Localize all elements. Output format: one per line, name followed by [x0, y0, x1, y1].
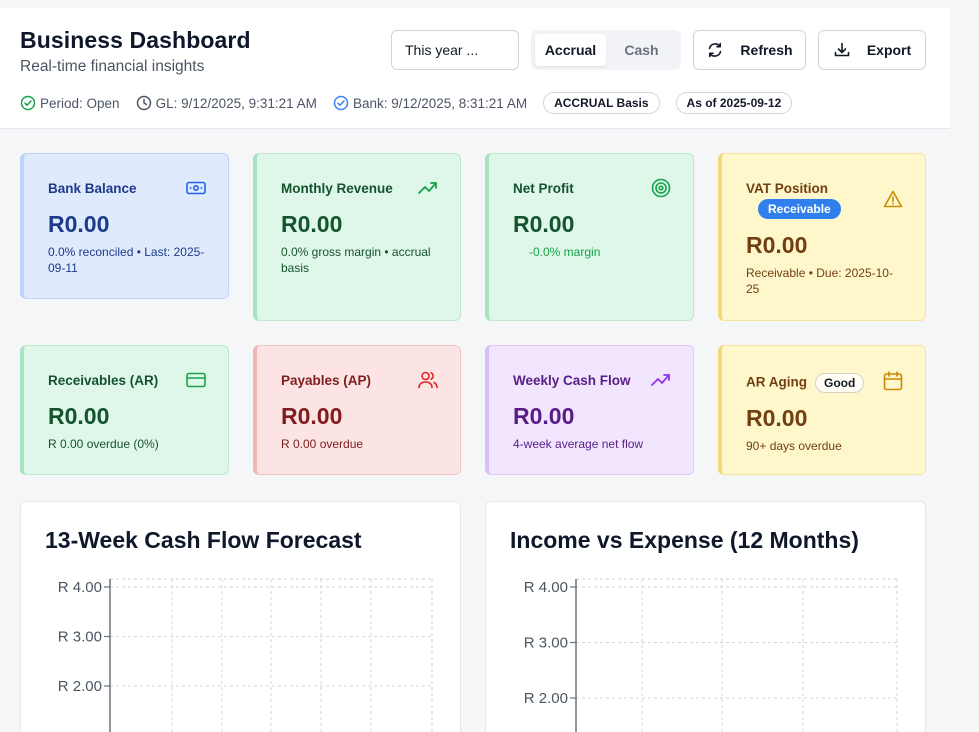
receivables-card[interactable]: Receivables (AR) R0.00 R 0.00 overdue (0…	[20, 345, 229, 475]
basis-pill: ACCRUAL Basis	[543, 92, 660, 114]
refresh-button-label: Refresh	[740, 42, 793, 58]
download-icon	[834, 42, 850, 57]
cash-flow-forecast-plot: R 4.00 R 3.00 R 2.00	[58, 578, 433, 732]
card-subtext: 0.0% gross margin • accrual basis	[281, 245, 431, 275]
net-profit-card[interactable]: Net Profit R0.00 -0.0% margin	[485, 153, 694, 321]
status-bar: Period: Open GL: 9/12/2025, 9:31:21 AM B…	[20, 92, 808, 114]
card-subtext: 90+ days overdue	[746, 439, 842, 453]
card-label: AR Aging Good	[746, 373, 865, 393]
period-status-label: Period: Open	[40, 95, 120, 111]
page-title: Business Dashboard	[20, 27, 251, 53]
check-circle-icon	[333, 95, 349, 111]
card-value: R0.00	[48, 403, 110, 429]
alert-triangle-icon	[883, 190, 903, 208]
vat-position-card[interactable]: VAT Position Receivable R0.00 Receivable…	[718, 153, 926, 321]
card-subtext: -0.0% margin	[529, 245, 601, 259]
basis-toggle: Accrual Cash	[531, 30, 681, 70]
bank-status-label: Bank: 9/12/2025, 8:31:21 AM	[352, 95, 528, 111]
card-label: Monthly Revenue	[281, 181, 393, 196]
bank-status: Bank: 9/12/2025, 8:31:21 AM	[333, 95, 527, 111]
period-status: Period: Open	[20, 95, 120, 111]
y-tick-label: R 4.00	[58, 579, 102, 596]
clock-icon	[136, 95, 151, 111]
export-button[interactable]: Export	[818, 30, 926, 70]
gl-status-label: GL: 9/12/2025, 9:31:21 AM	[155, 95, 317, 111]
page-subtitle: Real-time financial insights	[20, 58, 205, 75]
refresh-button[interactable]: Refresh	[693, 30, 806, 70]
period-select[interactable]: This year ...	[391, 30, 519, 70]
card-label: Weekly Cash Flow	[513, 373, 631, 388]
refresh-icon	[709, 42, 722, 58]
dashboard-header: Business Dashboard Real-time financial i…	[0, 8, 950, 129]
card-subtext: R 0.00 overdue (0%)	[48, 437, 159, 451]
credit-card-icon	[186, 372, 206, 388]
export-button-label: Export	[866, 42, 912, 58]
ar-aging-card[interactable]: AR Aging Good R0.00 90+ days overdue	[718, 345, 926, 475]
bank-balance-card[interactable]: Bank Balance R0.00 0.0% reconciled • Las…	[20, 153, 229, 299]
trending-up-icon	[418, 182, 437, 194]
card-value: R0.00	[746, 232, 808, 258]
income-vs-expense-chart: Income vs Expense (12 Months) R 4.00 R 3.…	[485, 501, 926, 732]
y-tick-label: R 2.00	[58, 678, 102, 695]
card-label: Payables (AP)	[281, 373, 372, 388]
income-vs-expense-plot: R 4.00 R 3.00 R 2.00	[524, 578, 898, 732]
calendar-icon	[883, 371, 903, 391]
cash-toggle-button[interactable]: Cash	[606, 34, 677, 66]
accrual-toggle-button[interactable]: Accrual	[535, 34, 606, 66]
y-tick-label: R 3.00	[524, 635, 568, 652]
card-subtext: Receivable • Due: 2025-10-25	[746, 266, 893, 296]
gl-status: GL: 9/12/2025, 9:31:21 AM	[136, 95, 317, 111]
card-subtext: R 0.00 overdue	[281, 437, 364, 451]
card-value: R0.00	[513, 211, 575, 237]
card-value: R0.00	[48, 211, 110, 237]
y-tick-label: R 2.00	[524, 690, 568, 707]
card-label: Bank Balance	[48, 181, 137, 196]
aging-status-badge: Good	[815, 373, 865, 393]
card-value: R0.00	[281, 403, 343, 429]
payables-card[interactable]: Payables (AP) R0.00 R 0.00 overdue	[253, 345, 461, 475]
check-circle-icon	[20, 95, 36, 111]
vat-status-badge: Receivable	[758, 199, 841, 219]
card-value: R0.00	[281, 211, 343, 237]
weekly-cash-flow-card[interactable]: Weekly Cash Flow R0.00 4-week average ne…	[485, 345, 694, 475]
card-value: R0.00	[513, 403, 575, 429]
card-subtext: 0.0% reconciled • Last: 2025-09-11	[48, 245, 205, 275]
card-value: R0.00	[746, 405, 808, 431]
target-icon	[651, 178, 671, 198]
as-of-pill: As of 2025-09-12	[675, 92, 793, 114]
card-label: Receivables (AR)	[48, 373, 159, 388]
card-label-text: AR Aging	[746, 374, 807, 390]
card-subtext: 4-week average net flow	[513, 437, 644, 451]
card-label: VAT Position	[746, 181, 828, 196]
banknote-icon	[186, 181, 206, 195]
y-tick-label: R 4.00	[524, 579, 568, 596]
monthly-revenue-card[interactable]: Monthly Revenue R0.00 0.0% gross margin …	[253, 153, 461, 321]
y-tick-label: R 3.00	[58, 629, 102, 646]
users-icon	[418, 371, 438, 389]
card-label: Net Profit	[513, 181, 574, 196]
cash-flow-forecast-chart: 13-Week Cash Flow Forecast R 4.00 R 3.00 R…	[20, 501, 461, 732]
trending-up-icon	[651, 374, 670, 386]
